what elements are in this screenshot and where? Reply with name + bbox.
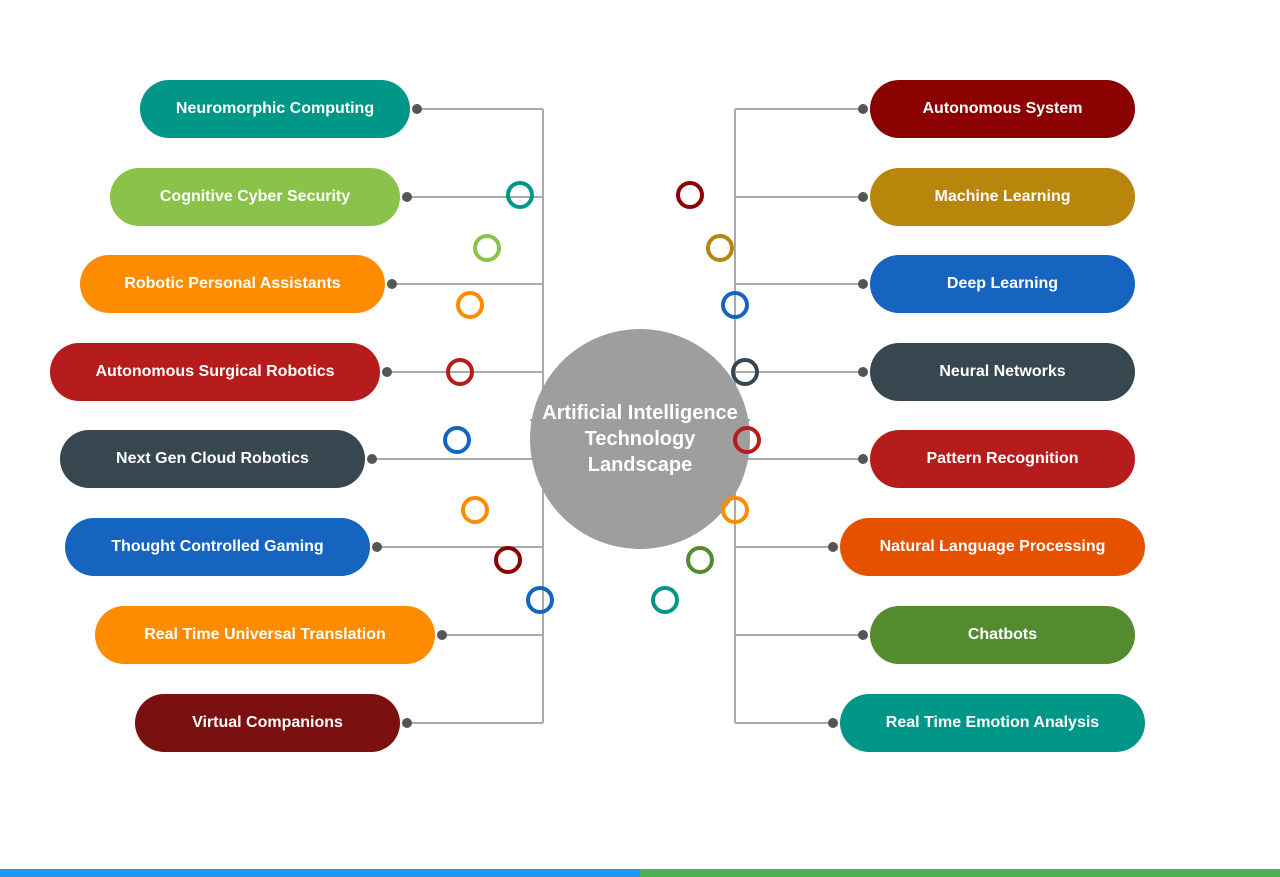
ring-2 xyxy=(456,291,484,319)
ring-6 xyxy=(494,546,522,574)
node-cloud_robotics: Next Gen Cloud Robotics xyxy=(60,430,365,488)
ring-11 xyxy=(731,358,759,386)
dot-nn xyxy=(858,367,868,377)
dot-chatbots xyxy=(858,630,868,640)
ring-3 xyxy=(446,358,474,386)
ring-12 xyxy=(733,426,761,454)
dot-robotic_assist xyxy=(387,279,397,289)
dot-virtual xyxy=(402,718,412,728)
node-ml: Machine Learning xyxy=(870,168,1135,226)
node-pattern: Pattern Recognition xyxy=(870,430,1135,488)
dot-emotion xyxy=(828,718,838,728)
node-cognitive: Cognitive Cyber Security xyxy=(110,168,400,226)
node-chatbots: Chatbots xyxy=(870,606,1135,664)
ring-1 xyxy=(473,234,501,262)
dot-translation xyxy=(437,630,447,640)
dot-gaming xyxy=(372,542,382,552)
dot-ml xyxy=(858,192,868,202)
node-neuromorphic: Neuromorphic Computing xyxy=(140,80,410,138)
dot-autonomous xyxy=(858,104,868,114)
ring-8 xyxy=(676,181,704,209)
node-surgical: Autonomous Surgical Robotics xyxy=(50,343,380,401)
dot-neuromorphic xyxy=(412,104,422,114)
ring-13 xyxy=(721,496,749,524)
node-virtual: Virtual Companions xyxy=(135,694,400,752)
node-dl: Deep Learning xyxy=(870,255,1135,313)
center-label: Artificial IntelligenceTechnologyLandsca… xyxy=(542,400,738,478)
node-translation: Real Time Universal Translation xyxy=(95,606,435,664)
node-nn: Neural Networks xyxy=(870,343,1135,401)
ring-15 xyxy=(651,586,679,614)
ring-10 xyxy=(721,291,749,319)
node-robotic_assist: Robotic Personal Assistants xyxy=(80,255,385,313)
ring-14 xyxy=(686,546,714,574)
dot-pattern xyxy=(858,454,868,464)
center-node: Artificial IntelligenceTechnologyLandsca… xyxy=(530,329,750,549)
node-nlp: Natural Language Processing xyxy=(840,518,1145,576)
dot-nlp xyxy=(828,542,838,552)
dot-dl xyxy=(858,279,868,289)
ring-7 xyxy=(526,586,554,614)
dot-cognitive xyxy=(402,192,412,202)
ring-0 xyxy=(506,181,534,209)
ring-4 xyxy=(443,426,471,454)
ring-9 xyxy=(706,234,734,262)
node-autonomous: Autonomous System xyxy=(870,80,1135,138)
dot-cloud_robotics xyxy=(367,454,377,464)
node-gaming: Thought Controlled Gaming xyxy=(65,518,370,576)
node-emotion: Real Time Emotion Analysis xyxy=(840,694,1145,752)
dot-surgical xyxy=(382,367,392,377)
ring-5 xyxy=(461,496,489,524)
